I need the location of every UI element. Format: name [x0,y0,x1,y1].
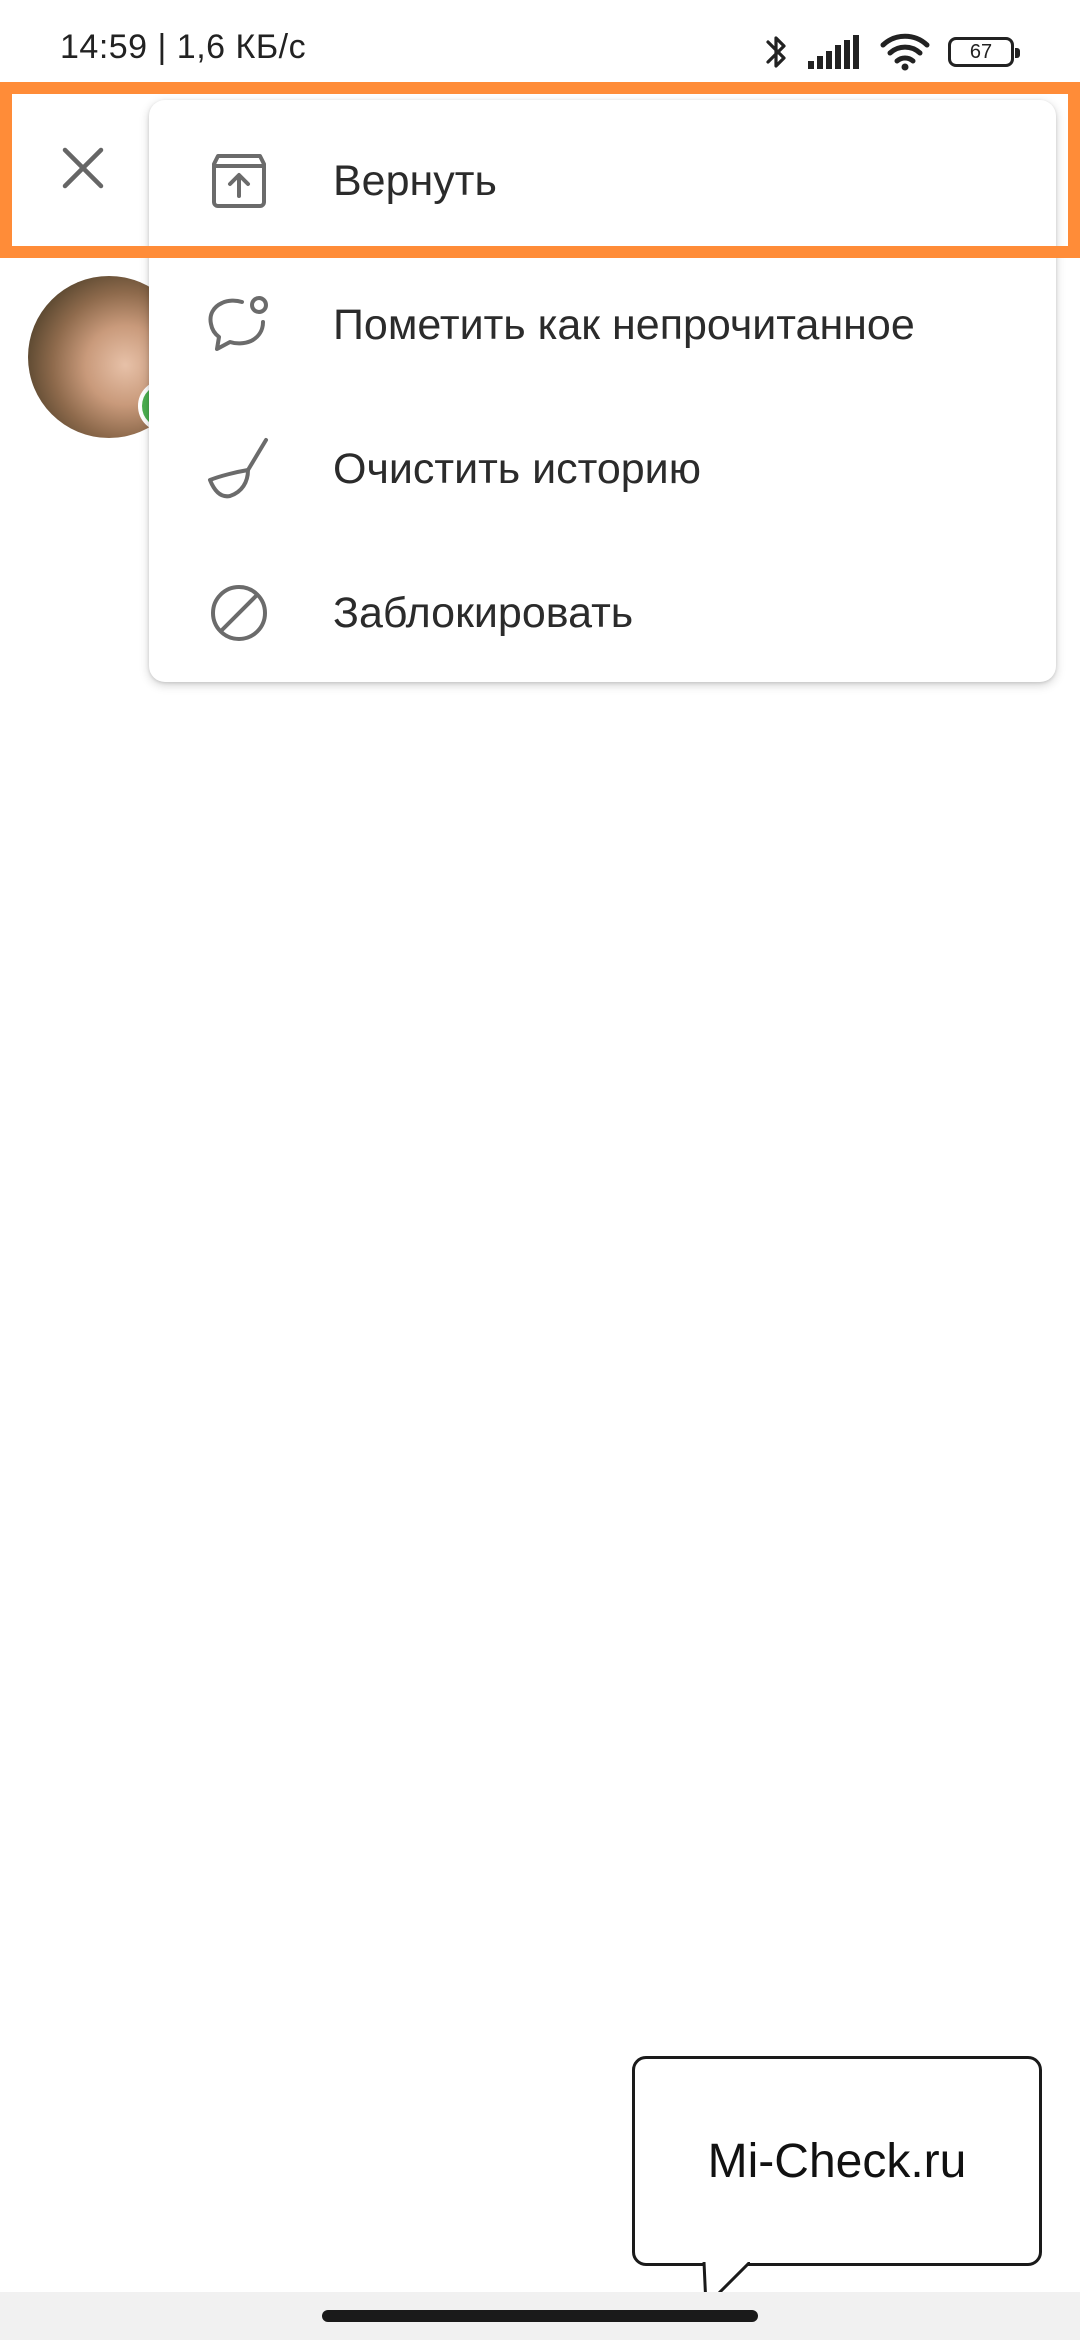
block-icon [205,579,273,647]
home-indicator[interactable] [322,2310,758,2322]
status-icons: 67 [764,30,1020,74]
menu-item-mark-unread[interactable]: Пометить как непрочитанное [149,253,1056,397]
menu-item-label: Заблокировать [333,588,634,637]
menu-item-block[interactable]: Заблокировать [149,541,1056,685]
status-bar: 14:59 | 1,6 КБ/с 67 [0,0,1080,100]
battery-icon: 67 [948,37,1020,67]
mark-unread-icon [205,291,273,359]
broom-icon [205,435,273,503]
context-menu: Вернуть Пометить как непрочитанное Очист… [149,100,1056,682]
status-time-speed: 14:59 | 1,6 КБ/с [60,28,307,66]
watermark-text: Mi-Check.ru [707,2134,967,2188]
unarchive-icon [205,147,273,215]
menu-item-clear-history[interactable]: Очистить историю [149,397,1056,541]
close-button[interactable] [40,125,126,211]
wifi-icon [880,33,930,71]
close-icon [62,147,104,189]
watermark-bubble: Mi-Check.ru [632,2056,1042,2266]
menu-item-label: Вернуть [333,156,497,205]
signal-icon [808,35,859,69]
screen: 14:59 | 1,6 КБ/с 67 Вернуть Пометить как… [0,0,1080,2340]
menu-item-label: Пометить как непрочитанное [333,300,915,349]
battery-level: 67 [969,40,993,63]
bluetooth-icon [766,36,786,68]
menu-item-restore[interactable]: Вернуть [149,109,1056,253]
menu-item-label: Очистить историю [333,444,701,493]
